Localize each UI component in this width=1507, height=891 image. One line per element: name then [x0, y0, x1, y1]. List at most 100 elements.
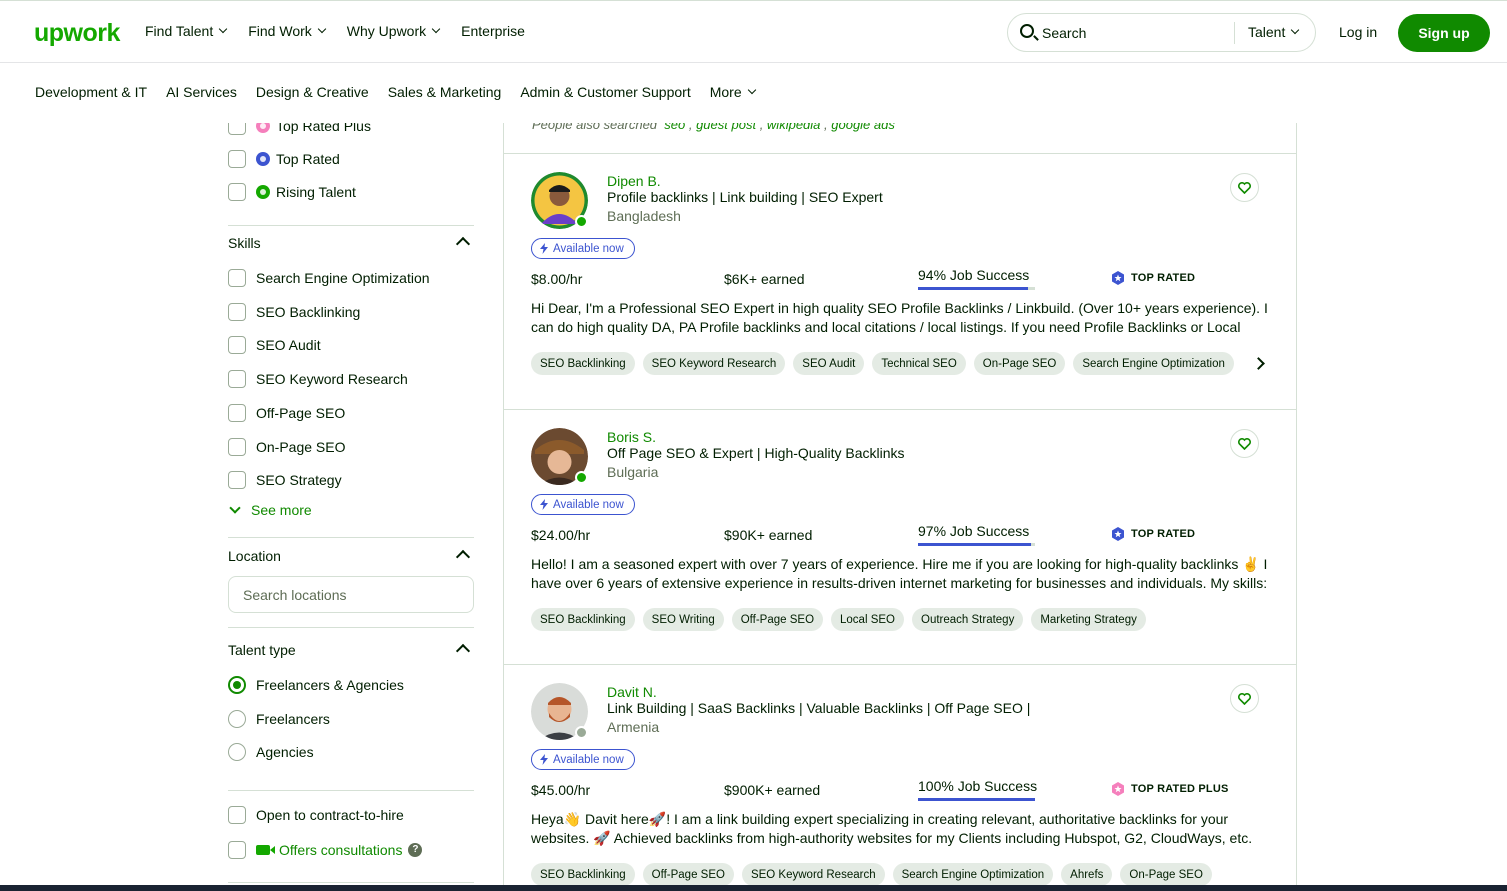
also-link[interactable]: google ads [831, 123, 895, 132]
skill-chip[interactable]: Search Engine Optimization [1073, 352, 1234, 375]
skill-filter[interactable]: Search Engine Optimization [228, 269, 430, 287]
skill-chip[interactable]: On-Page SEO [973, 352, 1066, 375]
checkbox[interactable] [228, 336, 246, 354]
talent-type-option[interactable]: Freelancers & Agencies [228, 676, 404, 694]
radio-selected[interactable] [228, 676, 246, 694]
skill-chip[interactable]: Outreach Strategy [912, 608, 1024, 631]
category-development[interactable]: Development & IT [35, 84, 147, 100]
freelancer-description: Hi Dear, I'm a Professional SEO Expert i… [531, 300, 1268, 335]
freelancer-country: Bulgaria [607, 464, 659, 480]
checkbox[interactable] [228, 404, 246, 422]
search-input[interactable] [1042, 22, 1232, 44]
online-status-indicator [575, 471, 588, 484]
save-freelancer-button[interactable] [1230, 173, 1259, 202]
help-icon[interactable]: ? [408, 843, 423, 857]
nav-find-work[interactable]: Find Work [248, 23, 327, 39]
checkbox[interactable] [228, 303, 246, 321]
option-label: Freelancers & Agencies [256, 677, 404, 693]
filter-consultations[interactable]: Offers consultations? [228, 841, 423, 859]
freelancer-name[interactable]: Davit N. [607, 684, 657, 700]
skill-filter[interactable]: SEO Keyword Research [228, 370, 408, 388]
checkbox[interactable] [228, 123, 246, 135]
skill-chip[interactable]: SEO Backlinking [531, 608, 635, 631]
skill-chip[interactable]: Search Engine Optimization [892, 863, 1054, 886]
checkbox[interactable] [228, 183, 246, 201]
save-freelancer-button[interactable] [1230, 684, 1259, 713]
top-rated-plus-badge: TOP RATED PLUS [1111, 782, 1229, 796]
skill-chip[interactable]: On-Page SEO [1120, 863, 1212, 886]
freelancer-card[interactable]: Davit N. Link Building | SaaS Backlinks … [504, 664, 1296, 891]
category-label: More [709, 84, 742, 100]
freelancer-title[interactable]: Off Page SEO & Expert | High-Quality Bac… [607, 445, 905, 461]
checkbox[interactable] [228, 269, 246, 287]
skill-filter[interactable]: On-Page SEO [228, 438, 346, 456]
job-success-bar [918, 798, 1035, 801]
filter-contract-to-hire[interactable]: Open to contract-to-hire [228, 806, 404, 824]
skill-filter[interactable]: Off-Page SEO [228, 404, 345, 422]
freelancer-title[interactable]: Profile backlinks | Link building | SEO … [607, 189, 883, 205]
category-admin[interactable]: Admin & Customer Support [520, 84, 690, 100]
chevron-down-icon [747, 85, 756, 95]
freelancer-card[interactable]: Dipen B. Profile backlinks | Link buildi… [504, 153, 1296, 409]
skill-chip[interactable]: Marketing Strategy [1031, 608, 1146, 631]
checkbox[interactable] [228, 438, 246, 456]
filter-sidebar: Top Rated Plus Top Rated Rising Talent S… [228, 123, 474, 891]
also-link[interactable]: seo [664, 123, 685, 132]
radio[interactable] [228, 710, 246, 728]
collapse-talent-type-icon[interactable] [455, 643, 471, 659]
section-divider [228, 882, 474, 883]
freelancer-name[interactable]: Dipen B. [607, 173, 661, 189]
checkbox[interactable] [228, 841, 246, 859]
also-link[interactable]: wikipedia [767, 123, 820, 132]
signup-button[interactable]: Sign up [1398, 14, 1490, 52]
skill-chip[interactable]: SEO Audit [793, 352, 865, 375]
also-link[interactable]: guest post [696, 123, 756, 132]
skill-chip[interactable]: SEO Keyword Research [642, 352, 786, 375]
see-more-skills-link[interactable]: See more [228, 502, 312, 518]
checkbox[interactable] [228, 806, 246, 824]
skill-chip[interactable]: Off-Page SEO [642, 863, 734, 886]
chevron-right-icon[interactable] [1252, 357, 1265, 370]
checkbox[interactable] [228, 150, 246, 168]
lightning-icon [540, 243, 548, 254]
skill-filter[interactable]: SEO Audit [228, 336, 321, 354]
skill-filter[interactable]: SEO Backlinking [228, 303, 360, 321]
freelancer-name[interactable]: Boris S. [607, 429, 656, 445]
nav-why-upwork[interactable]: Why Upwork [347, 23, 441, 39]
radio[interactable] [228, 743, 246, 761]
category-more[interactable]: More [709, 84, 756, 100]
checkbox[interactable] [228, 471, 246, 489]
search-scope-dropdown[interactable]: Talent [1248, 24, 1300, 40]
skill-chip[interactable]: SEO Backlinking [531, 352, 635, 375]
skill-chip[interactable]: SEO Keyword Research [741, 863, 885, 886]
freelancer-card[interactable]: Boris S. Off Page SEO & Expert | High-Qu… [504, 409, 1296, 665]
skill-chip[interactable]: Technical SEO [872, 352, 966, 375]
filter-rising-talent[interactable]: Rising Talent [228, 183, 356, 201]
skill-chip[interactable]: SEO Backlinking [531, 863, 635, 886]
skill-chip[interactable]: Local SEO [831, 608, 904, 631]
login-link[interactable]: Log in [1339, 24, 1377, 40]
job-success-bar [918, 543, 1035, 546]
skill-filter[interactable]: SEO Strategy [228, 471, 342, 489]
skill-chip[interactable]: Ahrefs [1061, 863, 1113, 886]
skill-chip[interactable]: Off-Page SEO [731, 608, 824, 631]
collapse-location-icon[interactable] [455, 549, 471, 565]
skill-chip[interactable]: SEO Writing [642, 608, 724, 631]
category-sales[interactable]: Sales & Marketing [388, 84, 502, 100]
location-search-input[interactable] [228, 576, 474, 613]
filter-label: Rising Talent [276, 184, 356, 200]
collapse-skills-icon[interactable] [455, 236, 471, 252]
category-ai-services[interactable]: AI Services [166, 84, 237, 100]
category-design[interactable]: Design & Creative [256, 84, 369, 100]
checkbox[interactable] [228, 370, 246, 388]
freelancer-title[interactable]: Link Building | SaaS Backlinks | Valuabl… [607, 700, 1030, 716]
nav-enterprise[interactable]: Enterprise [461, 23, 525, 39]
talent-type-option[interactable]: Freelancers [228, 710, 330, 728]
upwork-logo[interactable]: upwork [34, 19, 120, 48]
talent-type-option[interactable]: Agencies [228, 743, 314, 761]
heart-icon [1238, 181, 1251, 194]
filter-top-rated-plus[interactable]: Top Rated Plus [228, 123, 371, 135]
save-freelancer-button[interactable] [1230, 429, 1259, 458]
nav-find-talent[interactable]: Find Talent [145, 23, 228, 39]
filter-top-rated[interactable]: Top Rated [228, 150, 340, 168]
